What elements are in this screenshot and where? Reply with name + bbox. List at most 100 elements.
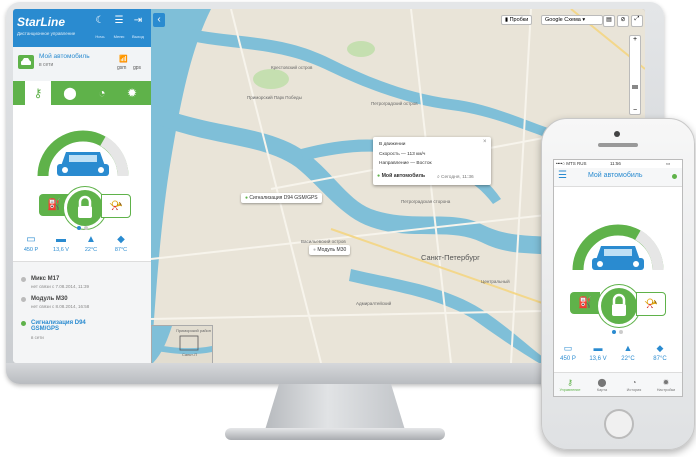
status-dot bbox=[21, 297, 26, 302]
engine-start-button[interactable]: ⛽ bbox=[570, 292, 600, 314]
battery-status-icon: ▭ bbox=[666, 161, 671, 166]
close-icon[interactable]: × bbox=[483, 139, 487, 145]
device-name: Модуль M30 bbox=[31, 296, 68, 302]
horn-button[interactable]: 📯 bbox=[101, 194, 131, 218]
fullscreen-button[interactable]: ⤢ bbox=[631, 15, 643, 27]
zoom-slider[interactable]: + − bbox=[629, 35, 641, 115]
device-name: Микс M17 bbox=[31, 276, 60, 282]
map-label: Приморский Парк Победы bbox=[247, 95, 302, 100]
car-battery-icon: ▬ bbox=[56, 234, 66, 245]
zoom-in-icon[interactable]: + bbox=[630, 36, 640, 43]
traffic-toggle[interactable]: ▮ Пробки bbox=[501, 15, 533, 25]
minimap[interactable]: Приморский район Санкт-П bbox=[151, 325, 213, 363]
key-icon: ⚷ bbox=[567, 378, 573, 387]
tab-map[interactable]: ⬤ bbox=[57, 85, 83, 101]
page-dot-active bbox=[612, 330, 616, 334]
history-clock-icon: ◔ bbox=[98, 86, 106, 100]
lock-button[interactable] bbox=[598, 285, 640, 327]
map-label: Петроградский остров bbox=[371, 101, 418, 106]
phone-screen: ••••○ MTS RUS 11:56 ▭ ☰ Мой автомобиль ⛽… bbox=[553, 159, 683, 397]
map-marker[interactable]: ● Модуль M30 bbox=[309, 245, 351, 255]
popup-state: В движении bbox=[379, 142, 406, 147]
lock-button[interactable] bbox=[64, 187, 106, 229]
status-dot bbox=[21, 321, 26, 326]
page-dot bbox=[619, 330, 623, 334]
ruler-button[interactable]: ⊘ bbox=[617, 15, 629, 27]
phone-title: Мой автомобиль bbox=[588, 172, 643, 179]
nav-control[interactable]: ⚷ Управление bbox=[556, 378, 584, 392]
car-icon bbox=[57, 152, 109, 176]
fullscreen-icon: ⤢ bbox=[634, 16, 640, 22]
popup-direction: Направление — Восток bbox=[379, 161, 432, 166]
horn-button[interactable]: 📯 bbox=[636, 292, 666, 316]
clock-label: 11:56 bbox=[610, 161, 621, 166]
battery-icon: ▭ bbox=[563, 343, 573, 353]
gsm-label: gsm bbox=[117, 65, 127, 71]
carrier-label: ••••○ MTS RUS bbox=[556, 161, 587, 166]
tab-history[interactable]: ◔ bbox=[89, 85, 115, 101]
map-label: Петроградская сторона bbox=[401, 199, 451, 204]
lock-icon bbox=[612, 293, 626, 316]
menu-icon[interactable]: ☰ bbox=[112, 15, 126, 27]
device-status: нет связи с 8.08.2014, 16:58 bbox=[31, 304, 90, 309]
car-status: в сети bbox=[39, 62, 54, 68]
settings-gear-icon: ✹ bbox=[662, 378, 670, 387]
zoom-handle[interactable] bbox=[632, 85, 638, 89]
lock-icon bbox=[78, 195, 92, 218]
device-name: Сигнализация D94 GSM/GPS bbox=[31, 320, 86, 332]
brand-logo: StarLine bbox=[17, 15, 66, 29]
tab-settings[interactable]: ✹ bbox=[119, 85, 145, 101]
menu-icon[interactable]: ☰ bbox=[558, 170, 567, 181]
monitor-stand bbox=[265, 384, 405, 430]
cabin-temp-value: 22°C bbox=[621, 356, 635, 362]
minimap-label: Санкт-П bbox=[182, 352, 198, 357]
car-thumb-icon bbox=[18, 55, 34, 69]
traffic-label: Пробки bbox=[509, 17, 529, 23]
map-label: Центральный bbox=[481, 279, 510, 284]
phone-frame: ••••○ MTS RUS 11:56 ▭ ☰ Мой автомобиль ⛽… bbox=[541, 118, 695, 450]
popup-speed: Скорость — 113 км/ч bbox=[379, 152, 426, 157]
balance-value: 450 Р bbox=[560, 356, 576, 362]
moon-icon[interactable]: ☾ bbox=[93, 15, 107, 27]
chevron-down-icon: ▾ bbox=[580, 17, 586, 23]
engine-icon: ⛽ bbox=[47, 199, 61, 211]
voltage-value: 13,6 V bbox=[589, 356, 607, 362]
page-dot-active bbox=[77, 226, 81, 230]
tab-control[interactable]: ⚷ bbox=[25, 81, 51, 105]
home-button[interactable] bbox=[604, 409, 634, 439]
map-marker[interactable]: ● Сигнализация D94 GSM/GPS bbox=[241, 193, 322, 203]
engine-temp-value: 87°C bbox=[114, 247, 128, 253]
engine-temp-icon: ◆ bbox=[117, 234, 125, 245]
signal-icon: 📶 bbox=[119, 56, 128, 63]
car-selector[interactable]: Мой автомобиль в сети 📶 gsm gps bbox=[13, 47, 151, 82]
map-label: Васильевский остров bbox=[301, 239, 346, 244]
sidebar: StarLine Дистанционное управление ☾ Ночь… bbox=[13, 9, 151, 363]
car-battery-icon: ▬ bbox=[593, 343, 603, 353]
exit-icon[interactable]: ⇥ bbox=[131, 15, 145, 27]
nav-history[interactable]: ◔ История bbox=[620, 378, 648, 392]
car-name: Мой автомобиль bbox=[39, 53, 90, 60]
online-dot-icon bbox=[672, 174, 677, 179]
exit-label: Выход bbox=[132, 34, 144, 39]
zoom-out-icon[interactable]: − bbox=[630, 107, 640, 114]
status-dot bbox=[21, 277, 26, 282]
marker-label: Сигнализация D94 GSM/GPS bbox=[249, 195, 318, 201]
layer-select-value: Google Схема bbox=[545, 17, 581, 23]
collapse-sidebar-button[interactable]: ‹ bbox=[153, 13, 165, 27]
menu-label: Меню bbox=[113, 34, 125, 39]
engine-temp-value: 87°C bbox=[653, 356, 667, 362]
horn-icon: 📯 bbox=[644, 298, 658, 310]
car-icon bbox=[592, 246, 644, 270]
location-pin-icon: ⬤ bbox=[597, 378, 607, 387]
map-layer-select[interactable]: Google Схема ▾ bbox=[541, 15, 603, 25]
night-mode-label: Ночь bbox=[95, 34, 105, 39]
chevron-left-icon: ‹ bbox=[157, 14, 161, 25]
nav-map[interactable]: ⬤ Карта bbox=[588, 378, 616, 392]
device-status: в сети bbox=[31, 335, 44, 340]
nav-settings[interactable]: ✹ Настройки bbox=[652, 378, 680, 392]
brand-bar: StarLine Дистанционное управление ☾ Ночь… bbox=[13, 9, 151, 47]
history-clock-icon: ◔ bbox=[631, 378, 637, 387]
print-button[interactable]: ▤ bbox=[603, 15, 615, 27]
status-bar: ••••○ MTS RUS 11:56 ▭ bbox=[554, 160, 682, 168]
monitor-base bbox=[225, 428, 445, 440]
